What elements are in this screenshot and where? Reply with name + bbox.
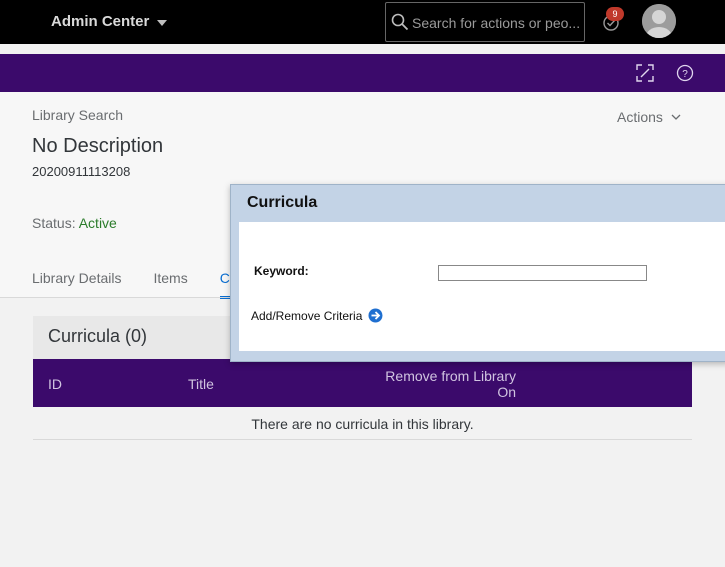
breadcrumb[interactable]: Library Search (32, 107, 123, 123)
svg-text:?: ? (682, 69, 688, 80)
column-remove-on: Remove from Library On (373, 368, 516, 400)
actions-label: Actions (617, 109, 663, 125)
app-title: Admin Center (51, 13, 150, 30)
page-title: No Description (32, 135, 164, 157)
column-on-label: On (497, 384, 516, 400)
search-box[interactable] (385, 2, 585, 42)
status-label: Status: (32, 215, 76, 231)
notification-badge: 9 (606, 7, 624, 21)
section-title: Curricula (0) (48, 326, 148, 346)
tab-items[interactable]: Items (153, 270, 187, 299)
keyword-input[interactable] (438, 265, 647, 281)
keyword-label: Keyword: (254, 264, 309, 278)
avatar-icon (642, 4, 676, 38)
column-id: ID (48, 376, 62, 392)
arrow-right-circle-icon (368, 308, 383, 323)
actions-button[interactable]: Actions (617, 109, 681, 125)
status-badge: Active (78, 215, 117, 231)
search-input[interactable] (412, 12, 582, 34)
admin-center-menu[interactable]: Admin Center (51, 13, 168, 30)
status: Status: Active (32, 215, 117, 231)
curricula-dialog: Curricula Keyword: Add/Remove Criteria (230, 184, 725, 362)
help-icon[interactable]: ? (676, 64, 694, 82)
add-remove-criteria-link[interactable]: Add/Remove Criteria (251, 308, 383, 323)
criteria-label: Add/Remove Criteria (251, 308, 363, 323)
empty-message: There are no curricula in this library. (33, 407, 692, 440)
library-id: 20200911113208 (32, 164, 131, 179)
caret-down-icon (157, 19, 168, 26)
dialog-title: Curricula (247, 194, 318, 211)
chevron-down-icon (671, 114, 681, 120)
column-title: Title (188, 376, 214, 392)
shell-subheader (0, 54, 725, 92)
dialog-body: Keyword: Add/Remove Criteria (239, 222, 725, 351)
tab-library-details[interactable]: Library Details (32, 270, 121, 299)
search-icon (391, 13, 409, 31)
table-header: ID Title Remove from Library On (33, 359, 692, 407)
avatar[interactable] (642, 4, 676, 38)
column-remove-label: Remove from Library (385, 368, 516, 384)
expand-icon[interactable] (636, 64, 654, 82)
